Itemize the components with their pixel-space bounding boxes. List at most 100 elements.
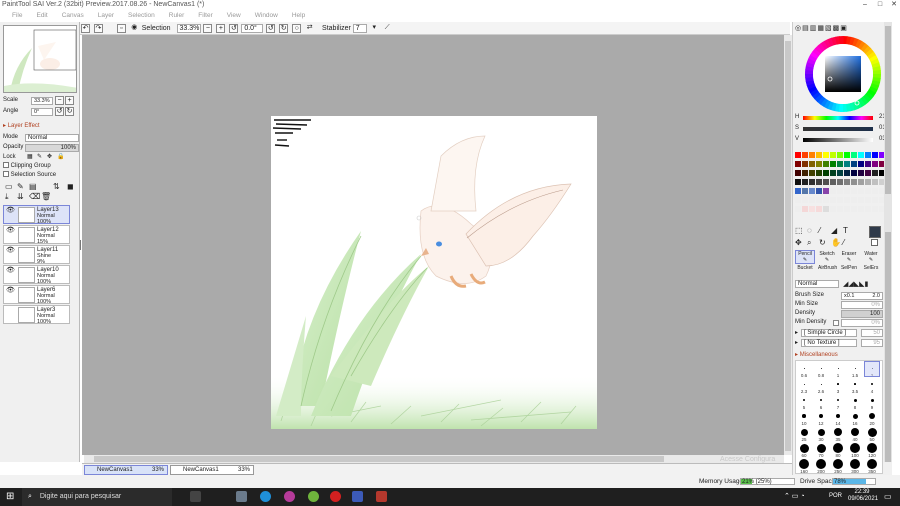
color-swatch[interactable] (809, 170, 815, 176)
brush-shape-strength[interactable]: 50 (861, 329, 883, 337)
color-swatch[interactable] (858, 161, 864, 167)
merge-down-icon[interactable]: ⇊ (17, 192, 24, 201)
stabilizer-dropdown-icon[interactable]: ▾ (370, 24, 379, 33)
brush-size-preset[interactable] (867, 459, 877, 469)
right-panel-scroll-thumb-bottom[interactable] (885, 232, 891, 462)
color-swatch[interactable] (872, 188, 878, 194)
color-swatch[interactable] (830, 197, 836, 203)
swatch-grid[interactable] (795, 152, 885, 222)
scale-minus-button[interactable]: − (55, 96, 64, 105)
brush-size-preset[interactable] (799, 443, 809, 453)
new-linework-icon[interactable]: ✎ (17, 182, 24, 191)
doc-tab[interactable]: NewCanvas1 33% (170, 465, 254, 475)
brush-texture-select[interactable]: [ No Texture ] (801, 339, 857, 347)
rotate-reset-button[interactable]: ○ (292, 23, 302, 33)
color-swatch[interactable] (837, 206, 843, 212)
color-swatch[interactable] (795, 152, 801, 158)
color-swatch[interactable] (795, 161, 801, 167)
eye-icon[interactable]: 👁 (5, 267, 16, 282)
color-swatch[interactable] (858, 197, 864, 203)
color-swatch[interactable] (802, 152, 808, 158)
angle-right-button[interactable]: ↻ (65, 107, 74, 116)
eye-icon[interactable]: 👁 (5, 207, 16, 222)
color-swatch[interactable] (837, 197, 843, 203)
undo-icon[interactable]: ↶ (81, 23, 90, 33)
color-swatch[interactable] (816, 206, 822, 212)
rgb-slider-tab-icon[interactable]: ▤ (802, 25, 810, 32)
color-swatch[interactable] (851, 206, 857, 212)
angle-field[interactable]: 0° (31, 108, 53, 116)
color-swatch[interactable] (844, 170, 850, 176)
color-swatch[interactable] (872, 197, 878, 203)
color-swatch[interactable] (858, 179, 864, 185)
brush-size-preset[interactable] (833, 443, 843, 453)
brush-size-preset[interactable] (867, 443, 877, 453)
color-swatch[interactable] (809, 188, 815, 194)
menu-ruler[interactable]: Ruler (163, 10, 191, 22)
redo-icon[interactable]: ↷ (93, 23, 103, 33)
tool-bucket[interactable]: Bucket (795, 264, 815, 274)
horizontal-scrollbar[interactable] (84, 455, 784, 463)
color-swatch[interactable] (865, 170, 871, 176)
color-swatch[interactable] (830, 206, 836, 212)
new-folder-icon[interactable]: ▤ (29, 182, 37, 191)
brush-size-preset[interactable] (803, 383, 805, 385)
color-swatch[interactable] (830, 179, 836, 185)
color-swatch[interactable] (865, 161, 871, 167)
menu-file[interactable]: File (6, 10, 28, 22)
right-panel-scrollbar[interactable] (884, 22, 892, 462)
color-swatch[interactable] (802, 197, 808, 203)
scratchpad-tab-icon[interactable]: ▣ (840, 25, 848, 32)
foreground-color-swatch[interactable] (869, 226, 881, 238)
color-swatch[interactable] (830, 188, 836, 194)
brush-size-preset[interactable] (854, 367, 856, 369)
v-slider[interactable] (803, 138, 873, 142)
color-swatch[interactable] (851, 152, 857, 158)
tool-airbrush[interactable]: AirBrush (817, 264, 837, 274)
lock-move-icon[interactable]: ✥ (47, 153, 52, 162)
min-density-checkbox[interactable] (833, 320, 839, 326)
eye-icon[interactable]: 👁 (5, 247, 16, 262)
blend-mode-select[interactable]: Normal (25, 134, 79, 142)
color-swatch[interactable] (823, 206, 829, 212)
min-size-slider[interactable]: 0% (841, 301, 883, 309)
color-swatch[interactable] (809, 206, 815, 212)
vertical-scrollbar[interactable] (784, 35, 792, 455)
min-density-slider[interactable]: 0% (841, 319, 883, 327)
text-tool-icon[interactable]: T (843, 226, 848, 235)
shape-expand-icon[interactable]: ▸ (795, 329, 798, 336)
file-explorer-icon[interactable] (236, 491, 247, 502)
clipping-group-row[interactable]: Clipping Group (3, 162, 77, 171)
app-icon[interactable] (352, 491, 363, 502)
navigator-thumbnail[interactable] (3, 25, 77, 93)
color-swatch[interactable] (837, 170, 843, 176)
color-swatch[interactable] (872, 179, 878, 185)
color-swatch[interactable] (865, 179, 871, 185)
color-swatch[interactable] (830, 152, 836, 158)
layer-item[interactable]: 👁 Layer13 Normal 100% (3, 205, 70, 225)
close-button[interactable]: ✕ (887, 0, 900, 10)
color-swatch[interactable] (823, 152, 829, 158)
brush-size-preset[interactable] (820, 367, 822, 369)
color-swatch[interactable] (823, 197, 829, 203)
brush-blend-mode-select[interactable]: Normal (795, 280, 839, 288)
color-swatch[interactable] (809, 197, 815, 203)
color-swatch[interactable] (837, 188, 843, 194)
lock-transparency-icon[interactable]: ▦ (27, 153, 33, 162)
task-view-icon[interactable] (190, 491, 201, 502)
color-swatch[interactable] (809, 161, 815, 167)
stabilizer-field[interactable]: 7 (352, 23, 367, 33)
color-swatch[interactable] (795, 179, 801, 185)
color-swatch[interactable] (872, 152, 878, 158)
mixer-tab-icon[interactable]: ▧ (825, 25, 833, 32)
color-swatch[interactable] (851, 170, 857, 176)
lasso-icon[interactable]: ◌ (807, 226, 812, 235)
lock-all-icon[interactable]: 🔒 (57, 153, 64, 162)
brush-size-preset[interactable] (820, 383, 822, 385)
density-slider[interactable]: 100 (841, 310, 883, 318)
color-swatch[interactable] (816, 170, 822, 176)
color-swatch[interactable] (844, 152, 850, 158)
brush-size-field[interactable]: x0.1 2.0 (841, 292, 883, 300)
drawing-canvas[interactable] (271, 116, 597, 429)
eye-icon[interactable]: 👁 (5, 227, 16, 242)
